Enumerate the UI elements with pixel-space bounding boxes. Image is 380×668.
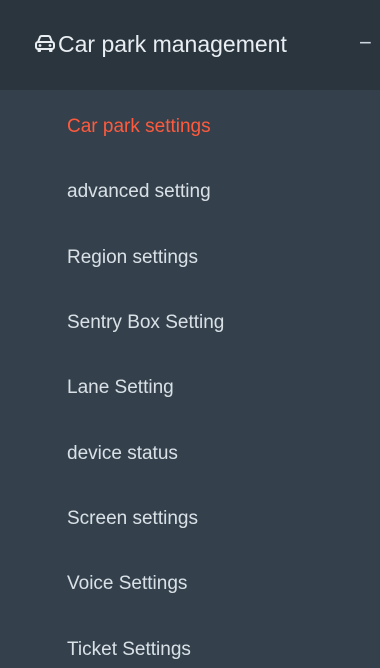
menu-item-car-park-settings[interactable]: Car park settings bbox=[0, 102, 380, 152]
menu-item-device-status[interactable]: device status bbox=[0, 429, 380, 479]
menu-item-screen-settings[interactable]: Screen settings bbox=[0, 494, 380, 544]
menu-item-voice-settings[interactable]: Voice Settings bbox=[0, 559, 380, 609]
car-icon bbox=[35, 35, 55, 52]
menu-item-label: Car park settings bbox=[67, 116, 211, 137]
menu-item-label: Sentry Box Setting bbox=[67, 312, 225, 333]
menu-item-label: device status bbox=[67, 443, 178, 464]
car-park-management-header[interactable]: Car park management − bbox=[0, 0, 380, 90]
menu-item-label: Screen settings bbox=[67, 508, 198, 529]
menu-item-ticket-settings[interactable]: Ticket Settings bbox=[0, 625, 380, 668]
menu-item-lane-setting[interactable]: Lane Setting bbox=[0, 363, 380, 413]
menu-item-label: Region settings bbox=[67, 247, 198, 268]
menu-item-label: Lane Setting bbox=[67, 377, 174, 398]
menu-item-sentry-box-setting[interactable]: Sentry Box Setting bbox=[0, 298, 380, 348]
menu-item-advanced-setting[interactable]: advanced setting bbox=[0, 167, 380, 217]
collapse-icon[interactable]: − bbox=[359, 28, 372, 58]
menu-item-label: advanced setting bbox=[67, 181, 211, 202]
menu-item-label: Ticket Settings bbox=[67, 639, 191, 660]
group-title: Car park management bbox=[58, 31, 287, 57]
sidebar: Car park management − Car park settings … bbox=[0, 0, 380, 668]
menu-item-region-settings[interactable]: Region settings bbox=[0, 233, 380, 283]
menu-item-label: Voice Settings bbox=[67, 573, 188, 594]
